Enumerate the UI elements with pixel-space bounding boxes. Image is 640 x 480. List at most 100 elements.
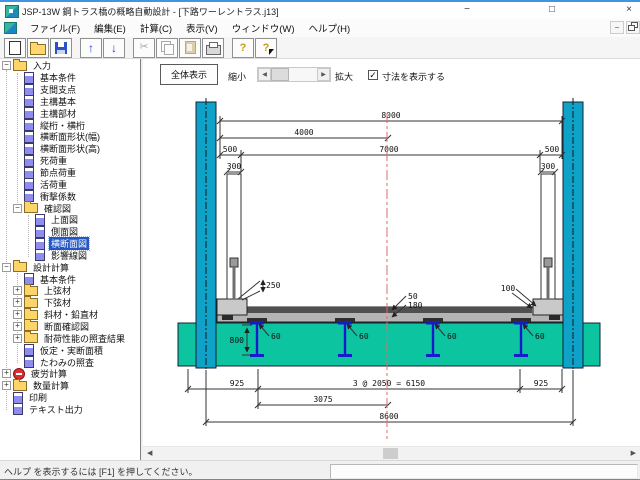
tree-item[interactable]: −上面図 [0, 214, 140, 226]
zoom-out-label: 縮小 [228, 70, 246, 83]
collapse-minus-icon[interactable]: − [2, 263, 11, 272]
doc-icon [24, 72, 34, 84]
dim-stringer-edge-left: 925 [230, 379, 245, 388]
up-arrow-icon: ↑ [88, 42, 94, 54]
paste-button[interactable] [179, 38, 201, 58]
menu-calc[interactable]: 計算(C) [133, 19, 179, 37]
tree-item[interactable]: −仮定・実断面積 [0, 344, 140, 356]
tree-item[interactable]: +斜材・鉛直材 [0, 309, 140, 321]
dim-haunch: 60 [359, 332, 369, 341]
tree-item[interactable]: −死荷重 [0, 155, 140, 167]
mdi-restore-button[interactable] [626, 21, 640, 34]
zoom-scroll-right-arrow[interactable]: ▶ [317, 68, 330, 81]
tree-item-label[interactable]: テキスト出力 [27, 403, 85, 416]
tree-item[interactable]: −設計計算 [0, 261, 140, 273]
new-file-button[interactable] [4, 38, 26, 58]
collapse-minus-icon[interactable]: − [13, 204, 22, 213]
zoom-scrollbar-thumb[interactable] [271, 68, 289, 81]
right-curb [533, 299, 563, 315]
tree-item[interactable]: −印刷 [0, 392, 140, 404]
tree-item[interactable]: −横断面形状(高) [0, 143, 140, 155]
scrollbar-thumb[interactable] [383, 448, 398, 459]
open-folder-icon [30, 44, 46, 55]
tree-item[interactable]: −入力 [0, 60, 140, 72]
expand-plus-icon[interactable]: + [13, 286, 22, 295]
context-help-button[interactable]: ? [255, 38, 277, 58]
menu-bar: ファイル(F) 編集(E) 計算(C) 表示(V) ウィンドウ(W) ヘルプ(H… [0, 19, 640, 37]
help-button[interactable]: ? [232, 38, 254, 58]
expand-plus-icon[interactable]: + [13, 298, 22, 307]
status-pane [330, 464, 638, 479]
cut-button[interactable]: ✂ [133, 38, 155, 58]
zoom-scrollbar[interactable]: ◀ ▶ [257, 67, 331, 82]
move-up-button[interactable]: ↑ [80, 38, 102, 58]
dim-slab: 180 [408, 301, 423, 310]
tree-item[interactable]: −衝撃係数 [0, 190, 140, 202]
zoom-in-label: 拡大 [335, 70, 353, 83]
tree-item[interactable]: +下弦材 [0, 297, 140, 309]
tree-item[interactable]: −節点荷重 [0, 167, 140, 179]
expand-plus-icon[interactable]: + [13, 322, 22, 331]
tree-item[interactable]: +断面確認図 [0, 321, 140, 333]
fit-view-button[interactable]: 全体表示 [160, 64, 218, 85]
save-button[interactable] [50, 38, 72, 58]
collapse-minus-icon[interactable]: − [2, 61, 11, 70]
folder-icon [24, 286, 38, 296]
mdi-document-icon[interactable] [4, 22, 17, 34]
tree-item[interactable]: +疲労計算 [0, 368, 140, 380]
copy-button[interactable] [156, 38, 178, 58]
tree-item[interactable]: +数量計算 [0, 380, 140, 392]
tree-item[interactable]: −基本条件 [0, 273, 140, 285]
window-title: JSP-13W 鋼トラス橋の概略自動設計 - [下路ワーレントラス.j13] [22, 5, 279, 18]
dim-haunch: 60 [447, 332, 457, 341]
open-file-button[interactable] [27, 38, 49, 58]
tree-item[interactable]: −確認図 [0, 202, 140, 214]
expand-plus-icon[interactable]: + [13, 310, 22, 319]
mdi-minimize-button[interactable]: − [610, 21, 624, 34]
menu-help[interactable]: ヘルプ(H) [301, 19, 357, 37]
tree-item[interactable]: −縦桁・横桁 [0, 119, 140, 131]
tree-item[interactable]: −たわみの照査 [0, 356, 140, 368]
expand-plus-icon[interactable]: + [2, 381, 11, 390]
tree-item[interactable]: −横断面図 [0, 238, 140, 250]
doc-icon [35, 226, 45, 238]
doc-icon [24, 84, 34, 96]
dim-pavement: 50 [408, 292, 418, 301]
tree-item[interactable]: −基本条件 [0, 72, 140, 84]
doc-icon [24, 95, 34, 107]
horizontal-scrollbar[interactable]: ◀ ▶ [143, 446, 640, 460]
tree-item[interactable]: +上弦材 [0, 285, 140, 297]
menu-file[interactable]: ファイル(F) [23, 19, 87, 37]
tree-item[interactable]: −支間支点 [0, 84, 140, 96]
save-floppy-icon [55, 42, 67, 54]
doc-icon [24, 344, 34, 356]
dim-left-edge: 500 [223, 145, 238, 154]
menu-view[interactable]: 表示(V) [179, 19, 225, 37]
left-curb [217, 299, 247, 315]
dim-railing-height: 250 [266, 281, 281, 290]
maximize-button[interactable]: □ [537, 2, 567, 18]
expand-plus-icon[interactable]: + [13, 334, 22, 343]
move-down-button[interactable]: ↓ [103, 38, 125, 58]
minimize-button[interactable]: − [452, 2, 482, 18]
close-button[interactable]: × [618, 2, 640, 18]
left-curb-hatch [222, 315, 233, 320]
tree-item[interactable]: −活荷重 [0, 178, 140, 190]
tree-item[interactable]: +耐荷性能の照査結果 [0, 332, 140, 344]
tree-item[interactable]: −横断面形状(幅) [0, 131, 140, 143]
zoom-scroll-left-arrow[interactable]: ◀ [258, 68, 271, 81]
print-button[interactable] [202, 38, 224, 58]
show-dimensions-checkbox[interactable]: ✓ [368, 70, 378, 80]
tree-item[interactable]: −主構基本 [0, 96, 140, 108]
drawing-panel: 8000 4000 500 7000 500 300 300 250 100 5… [143, 59, 640, 460]
tree-item[interactable]: −側面図 [0, 226, 140, 238]
doc-icon [24, 119, 34, 131]
menu-edit[interactable]: 編集(E) [87, 19, 133, 37]
menu-window[interactable]: ウィンドウ(W) [225, 19, 302, 37]
scroll-left-arrow[interactable]: ◀ [147, 449, 152, 459]
tree-item[interactable]: −テキスト出力 [0, 403, 140, 415]
scroll-right-arrow[interactable]: ▶ [631, 449, 636, 459]
expand-plus-icon[interactable]: + [2, 369, 11, 378]
tree-item[interactable]: −影響線図 [0, 250, 140, 262]
tree-item[interactable]: −主構部材 [0, 107, 140, 119]
